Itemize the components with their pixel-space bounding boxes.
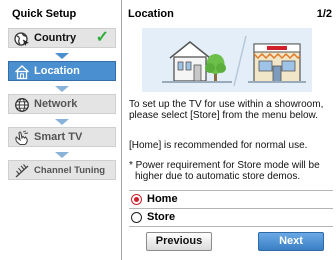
step-network-label: Network — [34, 98, 78, 110]
step-country[interactable]: Country ✓ — [8, 28, 116, 48]
step-smart-tv-label: Smart TV — [34, 131, 83, 143]
panel-title: Quick Setup — [12, 8, 77, 20]
radio-selected[interactable] — [131, 194, 142, 205]
down-arrow-icon — [55, 86, 69, 92]
store-instruction-text: To set up the TV for use within a showro… — [129, 99, 324, 121]
step-smart-tv[interactable]: Smart TV — [8, 127, 116, 147]
antenna-icon — [14, 163, 30, 179]
home-recommendation-text: [Home] is recommended for normal use. — [129, 140, 308, 151]
location-panel: Location 1/2 To set up the TV for use wi… — [126, 0, 336, 260]
step-location-label: Location — [34, 65, 80, 77]
step-location[interactable]: Location — [8, 61, 116, 81]
option-home-label: Home — [147, 193, 178, 205]
quick-setup-screen: Quick Setup Country ✓ Location Network S… — [0, 0, 336, 260]
check-icon: ✓ — [95, 29, 109, 46]
house-icon — [14, 64, 30, 80]
step-channel-tuning[interactable]: Channel Tuning — [8, 160, 116, 180]
panel-divider — [121, 0, 122, 260]
option-store-label: Store — [147, 211, 176, 223]
step-network[interactable]: Network — [8, 94, 116, 114]
page-title: Location — [128, 8, 174, 20]
page-indicator: 1/2 — [316, 8, 332, 20]
down-arrow-icon — [55, 53, 69, 59]
setup-steps-panel: Quick Setup Country ✓ Location Network S… — [7, 0, 117, 260]
divider-line — [129, 208, 333, 209]
down-arrow-icon — [55, 119, 69, 125]
globe-network-icon — [14, 97, 30, 113]
power-note-text: * Power requirement for Store mode will … — [129, 160, 320, 182]
hand-touch-icon — [14, 130, 30, 146]
down-arrow-icon — [55, 152, 69, 158]
location-illustration — [142, 28, 312, 92]
previous-button[interactable]: Previous — [146, 232, 212, 251]
store-building-icon — [248, 43, 306, 83]
option-home[interactable]: Home — [129, 192, 333, 208]
step-channel-tuning-label: Channel Tuning — [34, 165, 106, 176]
radio-unselected[interactable] — [131, 212, 142, 223]
divider-line — [129, 226, 333, 227]
option-store[interactable]: Store — [129, 210, 333, 226]
globe-pointer-icon — [14, 31, 30, 47]
divider-line — [129, 190, 333, 191]
step-country-label: Country — [34, 32, 77, 44]
next-button[interactable]: Next — [258, 232, 324, 251]
